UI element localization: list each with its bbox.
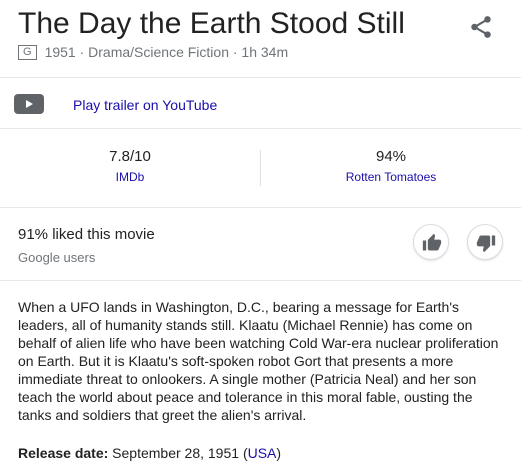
release-date-row: Release date: September 28, 1951 (USA) [18,444,281,462]
thumbs-up-button[interactable] [413,224,449,260]
trailer-row[interactable]: Play trailer on YouTube [0,78,521,128]
score-value: 94% [375,148,407,165]
release-date-label: Release date: [18,445,109,461]
release-region-link[interactable]: USA [248,445,277,461]
content-rating-badge: G [18,44,37,60]
divider [0,128,521,129]
score-imdb[interactable]: 7.8/10 IMDb [0,148,260,186]
play-trailer-link[interactable]: Play trailer on YouTube [73,97,217,113]
movie-title: The Day the Earth Stood Still [18,7,405,40]
release-date-value: September 28, 1951 [112,445,240,461]
score-source-link[interactable]: Rotten Tomatoes [261,168,521,186]
release-region-close: ) [276,445,282,461]
movie-description: When a UFO lands in Washington, D.C., be… [18,299,499,423]
thumbs-up-icon [422,233,442,251]
thumbs-down-icon [476,235,496,253]
score-source-link[interactable]: IMDb [0,168,260,186]
score-rotten-tomatoes[interactable]: 94% Rotten Tomatoes [261,148,521,186]
share-icon [471,16,491,38]
divider [0,280,521,281]
movie-meta: G 1951 · Drama/Science Fiction · 1h 34m [18,44,288,60]
thumbs-down-button[interactable] [467,224,503,260]
audience-source: Google users [18,250,96,265]
divider [0,207,521,208]
score-value: 7.8/10 [109,148,151,165]
youtube-play-icon [14,94,44,114]
movie-info: 1951 · Drama/Science Fiction · 1h 34m [44,44,289,60]
knowledge-panel: The Day the Earth Stood Still G 1951 · D… [0,0,521,472]
audience-liked-text: 91% liked this movie [18,226,155,243]
share-button[interactable] [468,14,494,40]
